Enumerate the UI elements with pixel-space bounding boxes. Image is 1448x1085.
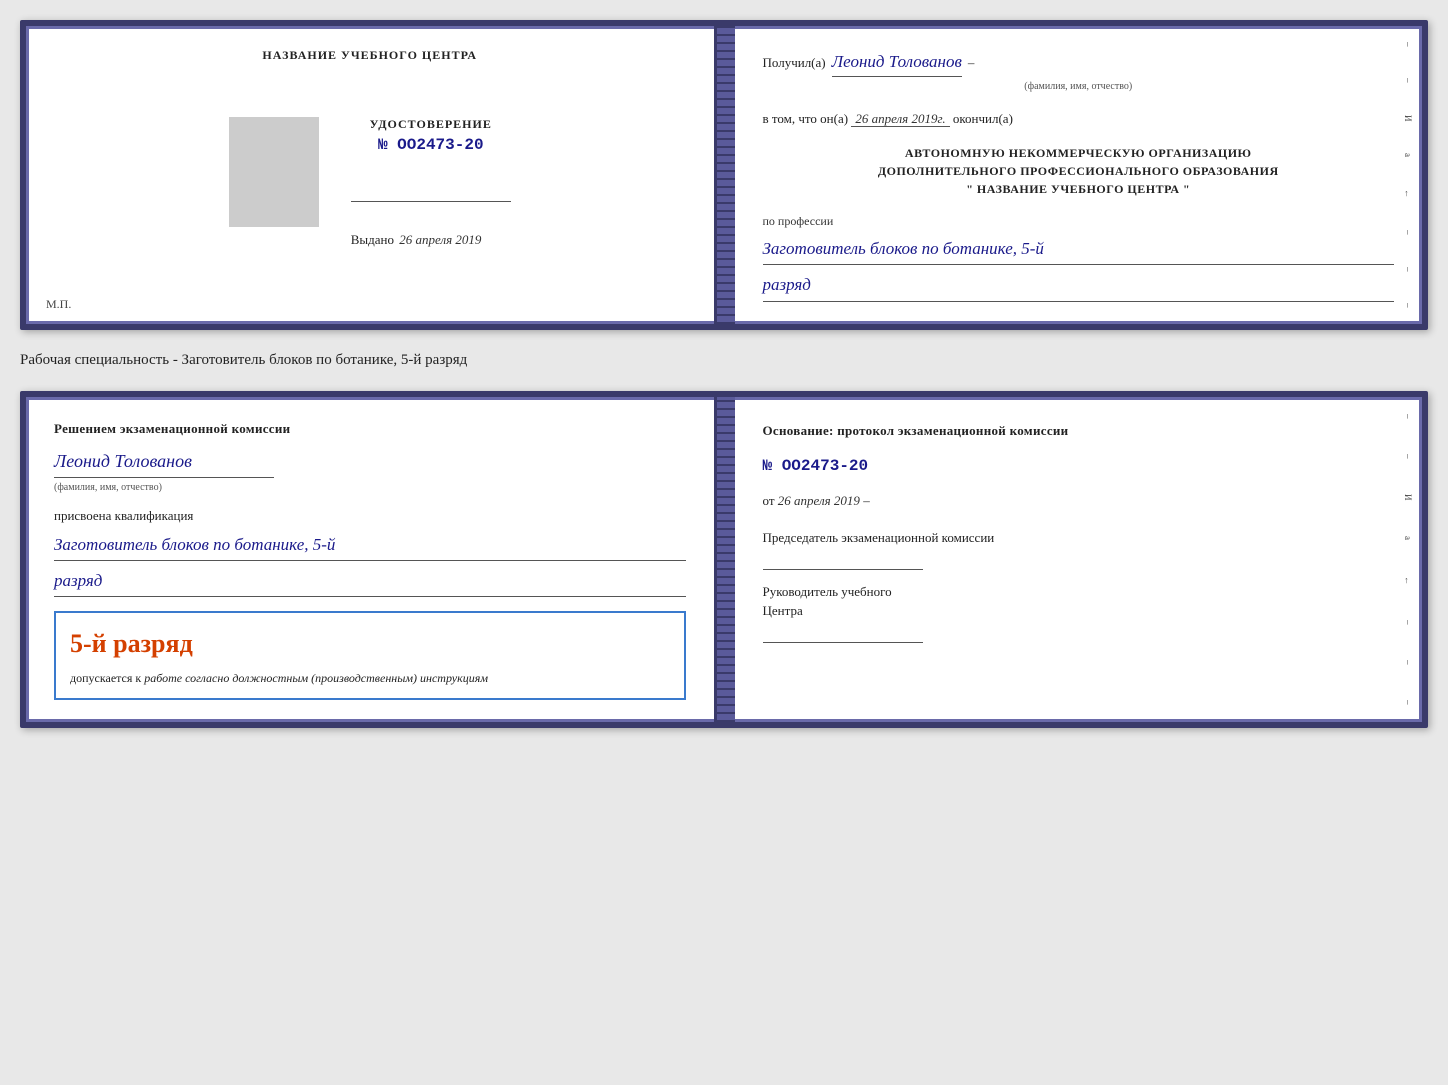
- bottom-razryad-value: разряд: [54, 567, 686, 597]
- profession-block: по профессии Заготовитель блоков по бота…: [763, 212, 1395, 302]
- highlight-rank: 5-й разряд: [70, 623, 670, 665]
- date-suffix: окончил(а): [953, 111, 1013, 126]
- osnov-label: Основание: протокол экзаменационной коми…: [763, 419, 1395, 442]
- bottom-cert-spine: [717, 397, 735, 723]
- proto-number: № OO2473-20: [763, 452, 1395, 481]
- chairman-sig-line: [763, 552, 923, 570]
- date-prefix: в том, что он(а): [763, 111, 849, 126]
- date-value: 26 апреля 2019г.: [851, 111, 949, 127]
- director-sig-line: [763, 625, 923, 643]
- recipient-line: Получил(а) Леонид Толованов –: [763, 48, 1395, 77]
- director-line1: Руководитель учебного: [763, 582, 1395, 602]
- decision-text: Решением экзаменационной комиссии: [54, 419, 686, 440]
- page-wrapper: НАЗВАНИЕ УЧЕБНОГО ЦЕНТРА УДОСТОВЕРЕНИЕ №…: [20, 20, 1428, 728]
- profession-label: по профессии: [763, 212, 1395, 231]
- org-line3: " НАЗВАНИЕ УЧЕБНОГО ЦЕНТРА ": [763, 180, 1395, 198]
- date-line: в том, что он(а) 26 апреля 2019г. окончи…: [763, 109, 1395, 130]
- org-line2: ДОПОЛНИТЕЛЬНОГО ПРОФЕССИОНАЛЬНОГО ОБРАЗО…: [763, 162, 1395, 180]
- top-certificate-card: НАЗВАНИЕ УЧЕБНОГО ЦЕНТРА УДОСТОВЕРЕНИЕ №…: [20, 20, 1428, 330]
- bottom-cert-right: Основание: протокол экзаменационной коми…: [735, 397, 1423, 723]
- bottom-cert-left: Решением экзаменационной комиссии Леонид…: [26, 397, 717, 723]
- top-cert-left: НАЗВАНИЕ УЧЕБНОГО ЦЕНТРА УДОСТОВЕРЕНИЕ №…: [26, 26, 717, 324]
- chairman-label: Председатель экзаменационной комиссии: [763, 528, 1395, 570]
- bottom-name-hint: (фамилия, имя, отчество): [54, 480, 686, 496]
- bottom-left-content: Решением экзаменационной комиссии Леонид…: [54, 419, 686, 701]
- director-label: Руководитель учебного Центра: [763, 582, 1395, 643]
- highlight-desc-prefix: допускается к: [70, 671, 141, 685]
- issued-prefix: Выдано: [351, 232, 394, 247]
- issued-date: 26 апреля 2019: [399, 232, 481, 247]
- qualification-label: присвоена квалификация: [54, 506, 686, 527]
- bottom-certificate-card: Решением экзаменационной комиссии Леонид…: [20, 391, 1428, 729]
- razryad-value: разряд: [763, 271, 1395, 301]
- recipient-prefix: Получил(а): [763, 53, 826, 74]
- photo-placeholder: [229, 117, 319, 227]
- cert-label: УДОСТОВЕРЕНИЕ: [351, 117, 511, 132]
- specialty-label: Рабочая специальность - Заготовитель бло…: [20, 348, 1428, 373]
- highlight-desc-em: работе согласно должностным (производств…: [144, 671, 488, 685]
- from-prefix: от: [763, 493, 775, 508]
- issued-line: Выдано 26 апреля 2019: [351, 232, 511, 248]
- recipient-name: Леонид Толованов: [832, 48, 962, 77]
- top-cert-spine: [717, 26, 735, 324]
- chairman-text: Председатель экзаменационной комиссии: [763, 528, 1395, 548]
- right-marks-top: – – И а ← – – –: [1400, 26, 1416, 324]
- bottom-name-value: Леонид Толованов: [54, 447, 686, 476]
- name-block-bottom: Леонид Толованов (фамилия, имя, отчество…: [54, 447, 686, 496]
- top-left-header: НАЗВАНИЕ УЧЕБНОГО ЦЕНТРА: [262, 48, 477, 63]
- cert-info-block: УДОСТОВЕРЕНИЕ № OO2473-20 Выдано 26 апре…: [351, 117, 511, 248]
- director-line2: Центра: [763, 601, 1395, 621]
- cert-number: № OO2473-20: [351, 136, 511, 154]
- from-date: от 26 апреля 2019 –: [763, 489, 1395, 512]
- org-line1: АВТОНОМНУЮ НЕКОММЕРЧЕСКУЮ ОРГАНИЗАЦИЮ: [763, 144, 1395, 162]
- qualification-value: Заготовитель блоков по ботанике, 5-й: [54, 531, 686, 561]
- org-name-block: АВТОНОМНУЮ НЕКОММЕРЧЕСКУЮ ОРГАНИЗАЦИЮ ДО…: [763, 144, 1395, 198]
- mp-label: М.П.: [46, 297, 71, 312]
- highlight-box: 5-й разряд допускается к работе согласно…: [54, 611, 686, 700]
- top-cert-right: Получил(а) Леонид Толованов – (фамилия, …: [735, 26, 1423, 324]
- bottom-right-content: Основание: протокол экзаменационной коми…: [763, 419, 1395, 643]
- top-right-content: Получил(а) Леонид Толованов – (фамилия, …: [763, 48, 1395, 302]
- recipient-hint: (фамилия, имя, отчество): [763, 79, 1395, 95]
- from-date-val: 26 апреля 2019: [778, 493, 860, 508]
- highlight-desc: допускается к работе согласно должностны…: [70, 669, 670, 688]
- right-marks-bottom: – – И а ← – – –: [1400, 397, 1416, 723]
- profession-value: Заготовитель блоков по ботанике, 5-й: [763, 235, 1395, 265]
